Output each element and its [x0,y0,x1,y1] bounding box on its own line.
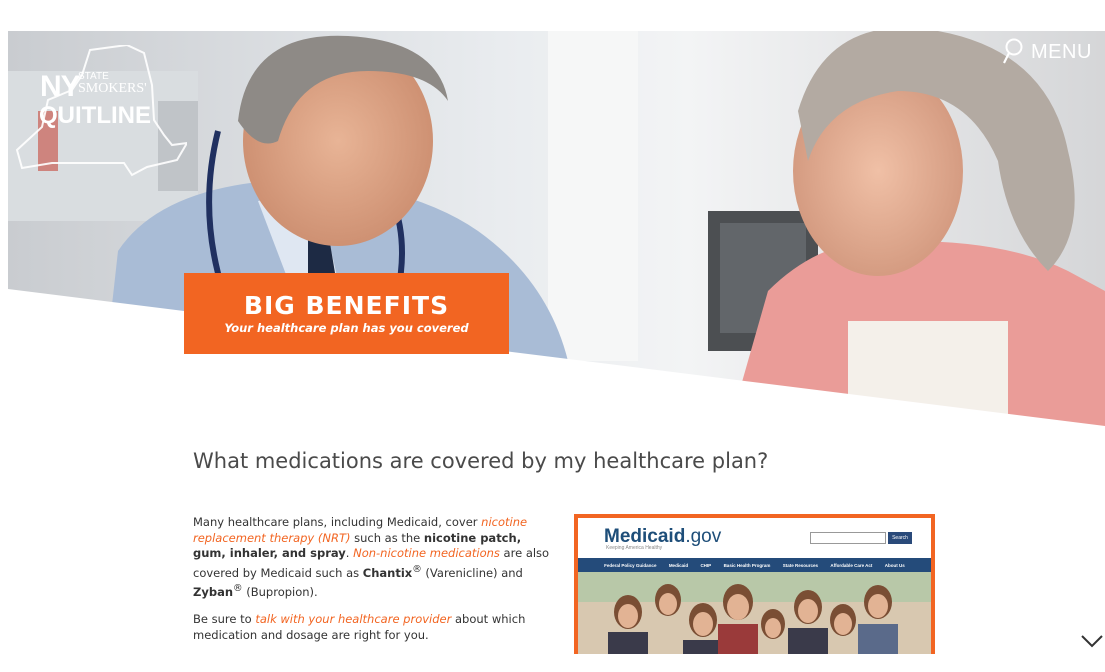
medicaid-nav-item: Medicaid [668,562,689,568]
text: Be sure to [193,612,256,626]
logo-smokers: SMOKERS' [78,81,147,96]
medicaid-header: Medicaid.gov Keeping America Healthy Sea… [578,518,931,558]
medicaid-nav-item: Basic Health Program [723,562,771,568]
text: . [345,546,354,560]
text: such as the [350,530,424,545]
registered-mark: ® [412,563,422,575]
medicaid-nav-item: Federal Policy Guidance [604,562,657,568]
zyban-label: Zyban [193,584,234,599]
registered-mark: ® [233,582,243,594]
nys-quitline-logo[interactable]: NY STATE SMOKERS' QUITLINE [12,45,187,180]
banner-subtitle: Your healthcare plan has you covered [224,321,469,335]
medicaid-nav: Federal Policy Guidance Medicaid CHIP Ba… [578,558,931,572]
chantix-label: Chantix [362,565,413,580]
logo-ny: NY [40,70,81,103]
medicaid-nav-item: Affordable Care Act [830,562,873,568]
menu-button[interactable]: MENU [1003,38,1092,66]
family-photo [578,572,931,654]
medicaid-nav-item: State Resources [782,562,818,568]
menu-label[interactable]: MENU [1031,41,1092,64]
text: (Varenicline) and [421,565,523,580]
medications-paragraph: Many healthcare plans, including Medicai… [193,515,553,600]
medicaid-nav-item: CHIP [700,562,712,568]
medicaid-search-button: Search [888,532,912,544]
medicaid-tagline: Keeping America Healthy [606,545,663,551]
medicaid-logo-main: Medicaid [604,526,686,547]
medicaid-search-input [810,532,886,544]
text: Many healthcare plans, including Medicai… [193,515,482,529]
provider-paragraph: Be sure to talk with your healthcare pro… [193,612,553,643]
chevron-down-icon[interactable] [1080,632,1105,652]
non-nicotine-link[interactable]: Non-nicotine medications [353,546,500,560]
medicaid-logo-domain: .gov [685,526,722,547]
medicaid-screenshot-image[interactable]: Medicaid.gov Keeping America Healthy Sea… [574,514,935,654]
section-heading: What medications are covered by my healt… [193,449,769,473]
search-icon[interactable] [1003,38,1025,66]
talk-provider-link[interactable]: talk with your healthcare provider [255,612,451,626]
medicaid-nav-item: About Us [884,562,905,568]
text: (Bupropion). [242,584,318,599]
hero-banner: BIG BENEFITS Your healthcare plan has yo… [184,273,509,354]
logo-quitline: QUITLINE [39,102,151,129]
top-strip [0,0,1105,31]
banner-title: BIG BENEFITS [243,291,450,320]
